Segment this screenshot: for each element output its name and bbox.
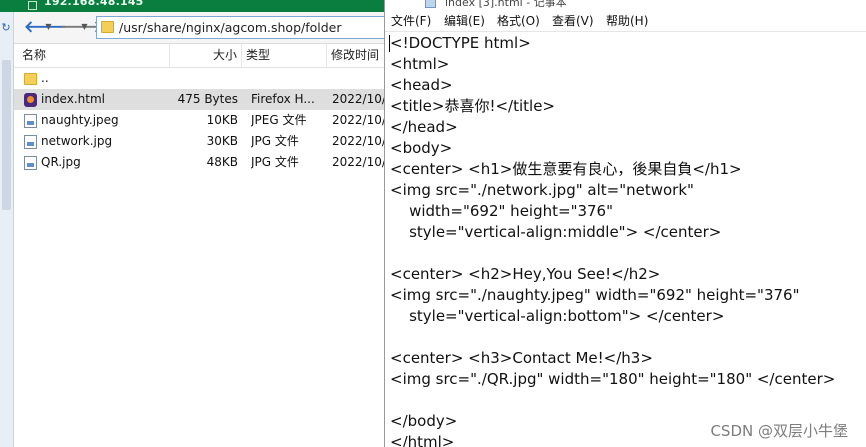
file-row-parent[interactable]: .. xyxy=(14,68,384,89)
address-bar[interactable]: /usr/share/nginx/agcom.shop/folder xyxy=(96,16,384,39)
file-modified: 2022/10/... xyxy=(332,134,384,148)
code-line: <center> <h3>Contact Me!</h3> xyxy=(390,349,653,367)
code-line: style="vertical-align:middle"> </center> xyxy=(390,223,722,241)
image-file-icon xyxy=(24,156,37,170)
file-name: QR.jpg xyxy=(41,155,81,169)
file-name: index.html xyxy=(41,92,105,106)
column-header-type[interactable]: 类型 xyxy=(242,44,327,67)
file-modified: 2022/10/... xyxy=(332,92,384,106)
file-manager-title: 192.168.48.145 xyxy=(44,0,144,8)
menu-bar: 文件(F) 编辑(E) 格式(O) 查看(V) 帮助(H) xyxy=(385,11,866,31)
column-header-name[interactable]: 名称 xyxy=(18,44,170,67)
menu-divider xyxy=(385,31,866,32)
code-line: <img src="./network.jpg" alt="network" xyxy=(390,181,694,199)
file-row-network-jpg[interactable]: network.jpg 30KB JPG 文件 2022/10/... xyxy=(14,131,384,152)
code-line: width="692" height="376" xyxy=(390,202,613,220)
forward-dropdown-icon[interactable]: ▼ xyxy=(80,20,89,34)
file-type: JPEG 文件 xyxy=(251,113,307,127)
firefox-html-icon xyxy=(24,93,37,107)
file-list: .. index.html 475 Bytes Firefox H... 202… xyxy=(14,68,384,173)
column-header-modified[interactable]: 修改时间 xyxy=(327,44,384,67)
file-modified: 2022/10/... xyxy=(332,155,384,169)
code-line: <title>恭喜你!</title> xyxy=(390,97,555,115)
menu-format[interactable]: 格式(O) xyxy=(497,13,540,29)
file-name-cell: .. xyxy=(22,68,172,89)
file-list-header: 名称 大小 类型 修改时间 xyxy=(14,44,384,68)
code-line: style="vertical-align:bottom"> </center> xyxy=(390,307,725,325)
back-arrow-icon[interactable]: 🡐 xyxy=(24,18,67,38)
notepad-icon xyxy=(425,0,436,8)
code-line: <center> <h1>做生意要有良心，後果自負</h1> xyxy=(390,160,742,178)
code-line: <img src="./naughty.jpeg" width="692" he… xyxy=(390,286,800,304)
code-line: <html> xyxy=(390,55,450,73)
code-line: <center> <h2>Hey,You See!</h2> xyxy=(390,265,661,283)
file-size: 475 Bytes xyxy=(177,92,238,106)
menu-file[interactable]: 文件(F) xyxy=(391,13,431,29)
code-line: <!DOCTYPE html> xyxy=(390,34,531,52)
menu-view[interactable]: 查看(V) xyxy=(552,13,594,29)
notepad-titlebar: index [3].html - 记事本 xyxy=(385,0,866,11)
notepad-title: index [3].html - 记事本 xyxy=(445,0,567,9)
code-line: <img src="./QR.jpg" width="180" height="… xyxy=(390,370,836,388)
address-path[interactable]: /usr/share/nginx/agcom.shop/folder xyxy=(119,20,342,35)
watermark: CSDN @双层小牛堡 xyxy=(710,422,848,440)
file-name-cell: naughty.jpeg xyxy=(22,110,172,131)
image-file-icon xyxy=(24,135,37,149)
code-line: <head> xyxy=(390,76,453,94)
window-icon xyxy=(28,1,37,10)
file-name: network.jpg xyxy=(41,134,113,148)
forward-arrow-icon[interactable]: 🡒 xyxy=(60,18,103,38)
file-name-cell: index.html xyxy=(22,89,172,110)
code-line: </head> xyxy=(390,118,458,136)
file-size: 48KB xyxy=(206,155,238,169)
file-size: 30KB xyxy=(206,134,238,148)
file-manager-window: 192.168.48.145 ↻ 🡐 ▼ 🡒 ▼ /usr/share/ngin… xyxy=(0,0,384,447)
notepad-window: index [3].html - 记事本 文件(F) 编辑(E) 格式(O) 查… xyxy=(384,0,866,447)
navigation-bar: 🡐 ▼ 🡒 ▼ /usr/share/nginx/agcom.shop/fold… xyxy=(14,12,384,44)
folder-icon xyxy=(24,73,37,85)
side-scrollbar[interactable] xyxy=(2,60,11,210)
file-row-qr-jpg[interactable]: QR.jpg 48KB JPG 文件 2022/10/... xyxy=(14,152,384,173)
file-type: Firefox H... xyxy=(251,92,315,106)
refresh-icon[interactable]: ↻ xyxy=(0,22,12,34)
folder-icon xyxy=(101,21,114,33)
menu-help[interactable]: 帮助(H) xyxy=(606,13,648,29)
file-type: JPG 文件 xyxy=(251,134,299,148)
file-size: 10KB xyxy=(206,113,238,127)
file-manager-titlebar: 192.168.48.145 xyxy=(0,0,384,12)
file-modified: 2022/10/... xyxy=(332,113,384,127)
file-row-index-html[interactable]: index.html 475 Bytes Firefox H... 2022/1… xyxy=(14,89,384,110)
file-type: JPG 文件 xyxy=(251,155,299,169)
code-line: <body> xyxy=(390,139,453,157)
image-file-icon xyxy=(24,114,37,128)
file-row-naughty-jpeg[interactable]: naughty.jpeg 10KB JPEG 文件 2022/10/... xyxy=(14,110,384,131)
side-panel-strip: ↻ xyxy=(0,12,14,447)
file-name: .. xyxy=(41,71,49,85)
back-dropdown-icon[interactable]: ▼ xyxy=(44,20,53,34)
column-header-size[interactable]: 大小 xyxy=(170,44,242,67)
file-name-cell: network.jpg xyxy=(22,131,172,152)
menu-edit[interactable]: 编辑(E) xyxy=(444,13,485,29)
text-editor[interactable]: <!DOCTYPE html> <html> <head> <title>恭喜你… xyxy=(390,33,860,447)
file-name: naughty.jpeg xyxy=(41,113,119,127)
file-name-cell: QR.jpg xyxy=(22,152,172,173)
